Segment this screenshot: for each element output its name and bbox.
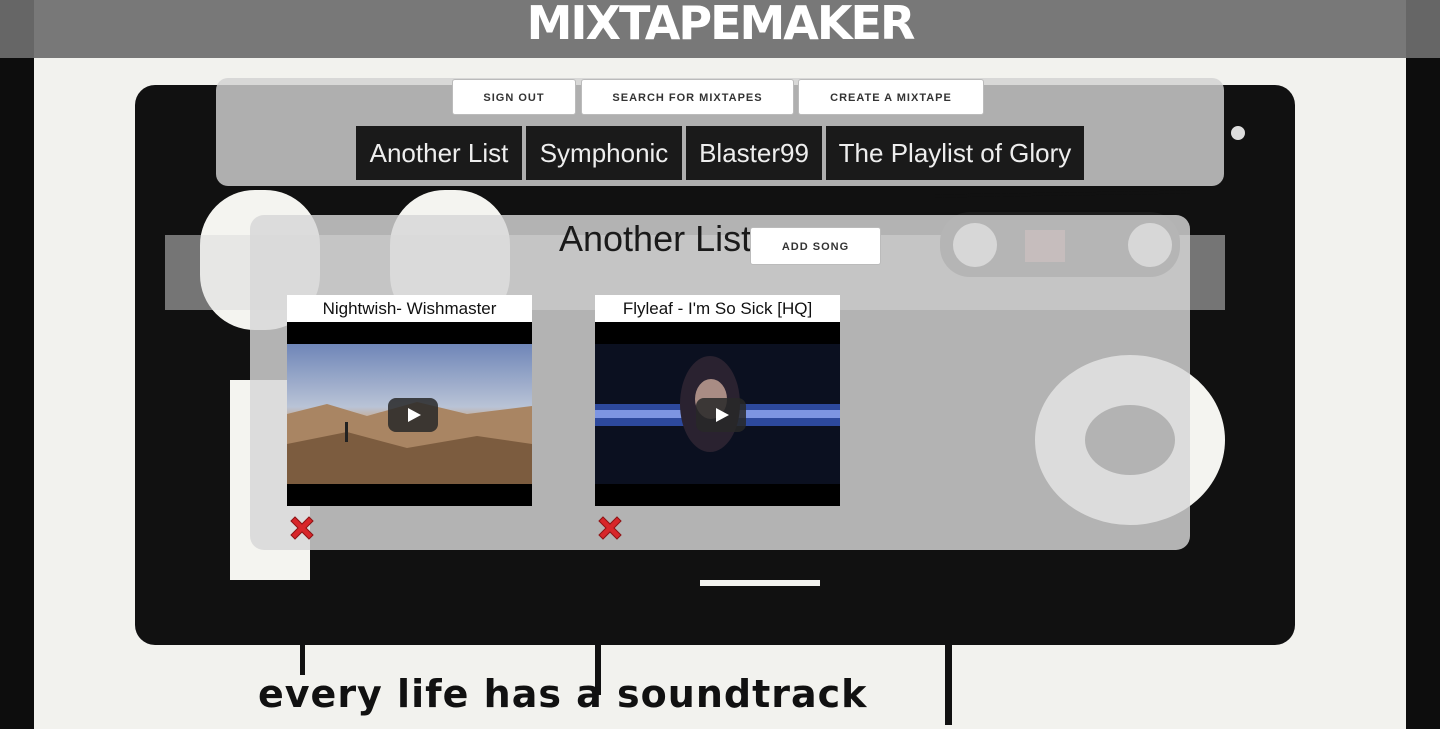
list-tab-another-list[interactable]: Another List <box>356 126 522 180</box>
playlist-title: Another List <box>559 218 752 259</box>
list-tab-playlist-of-glory[interactable]: The Playlist of Glory <box>826 126 1084 180</box>
song-title: Nightwish- Wishmaster <box>287 295 532 322</box>
play-icon[interactable] <box>388 398 438 432</box>
sign-out-button[interactable]: SIGN OUT <box>452 79 576 115</box>
list-tab-blaster99[interactable]: Blaster99 <box>686 126 822 180</box>
video-player[interactable] <box>595 322 840 506</box>
top-bar: MIXTAPEMAKER <box>0 0 1440 58</box>
play-icon[interactable] <box>696 398 746 432</box>
tagline: every life has a soundtrack <box>258 672 868 716</box>
brand-logo: MIXTAPEMAKER <box>526 0 916 50</box>
delete-song-icon[interactable] <box>594 512 626 544</box>
video-player[interactable] <box>287 322 532 506</box>
song-title: Flyleaf - I'm So Sick [HQ] <box>595 295 840 322</box>
search-mixtapes-button[interactable]: SEARCH FOR MIXTAPES <box>581 79 794 115</box>
add-song-button[interactable]: ADD SONG <box>750 227 881 265</box>
create-mixtape-button[interactable]: CREATE A MIXTAPE <box>798 79 984 115</box>
list-tab-symphonic[interactable]: Symphonic <box>526 126 682 180</box>
delete-song-icon[interactable] <box>286 512 318 544</box>
